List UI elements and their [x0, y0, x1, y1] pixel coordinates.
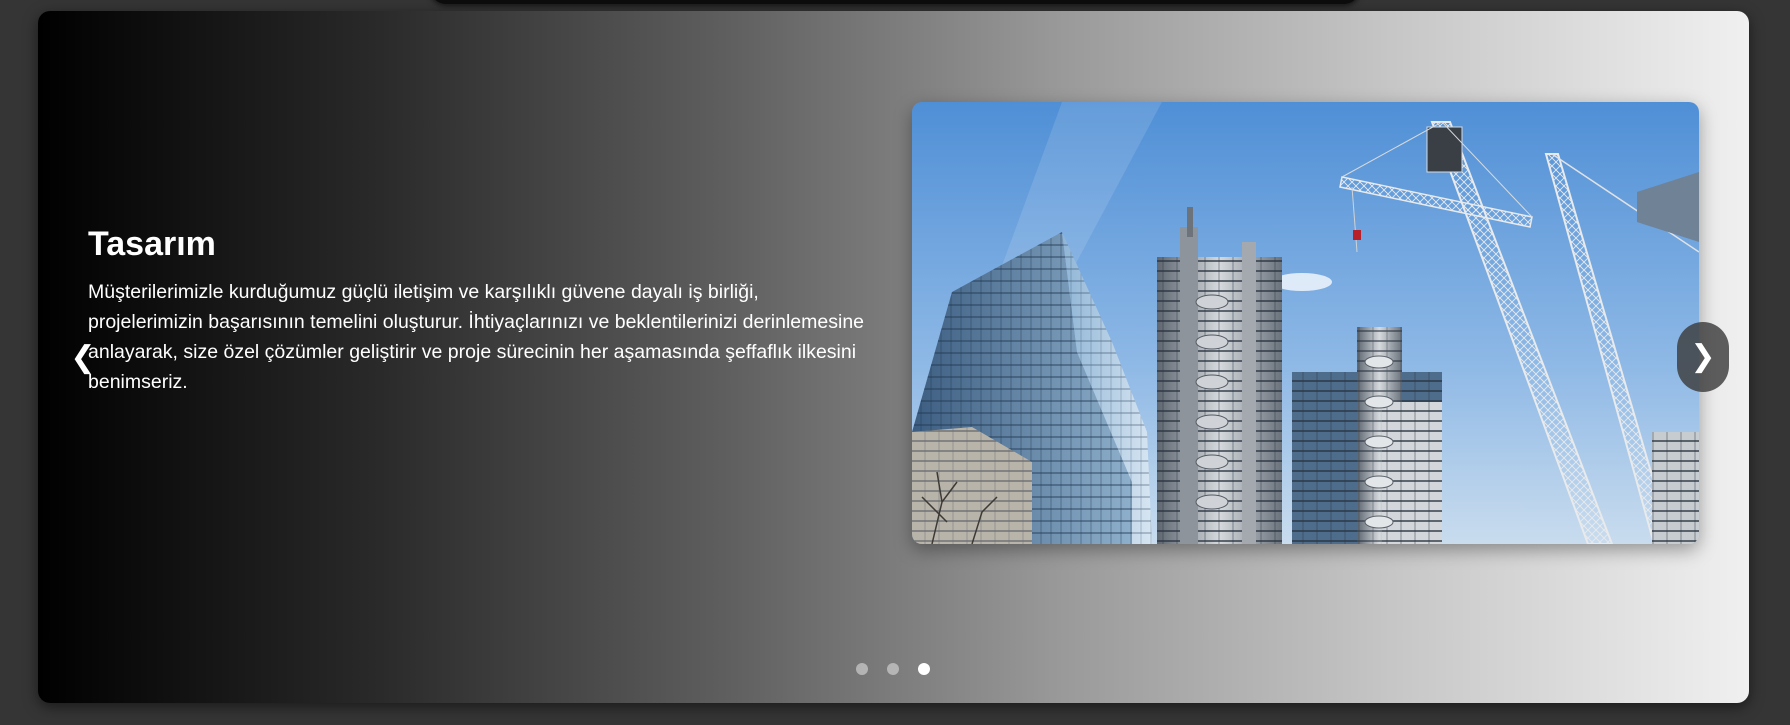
slide-dot-3[interactable]: [918, 663, 930, 675]
slide-image: [912, 102, 1699, 544]
top-nav-bar-edge: [430, 0, 1360, 4]
slide-dot-2[interactable]: [887, 663, 899, 675]
slide-indicators: [856, 663, 930, 675]
hero-slider: Tasarım Müşterilerimizle kurduğumuz güçl…: [38, 11, 1749, 703]
previous-slide-button[interactable]: ❮: [68, 335, 98, 381]
slide-caption: Tasarım Müşterilerimizle kurduğumuz güçl…: [88, 225, 878, 397]
slide-title: Tasarım: [88, 225, 216, 263]
next-slide-button[interactable]: ❯: [1677, 322, 1729, 392]
skyscrapers-image: [912, 102, 1699, 544]
slide-dot-1[interactable]: [856, 663, 868, 675]
slide-description: Müşterilerimizle kurduğumuz güçlü iletiş…: [88, 281, 865, 394]
